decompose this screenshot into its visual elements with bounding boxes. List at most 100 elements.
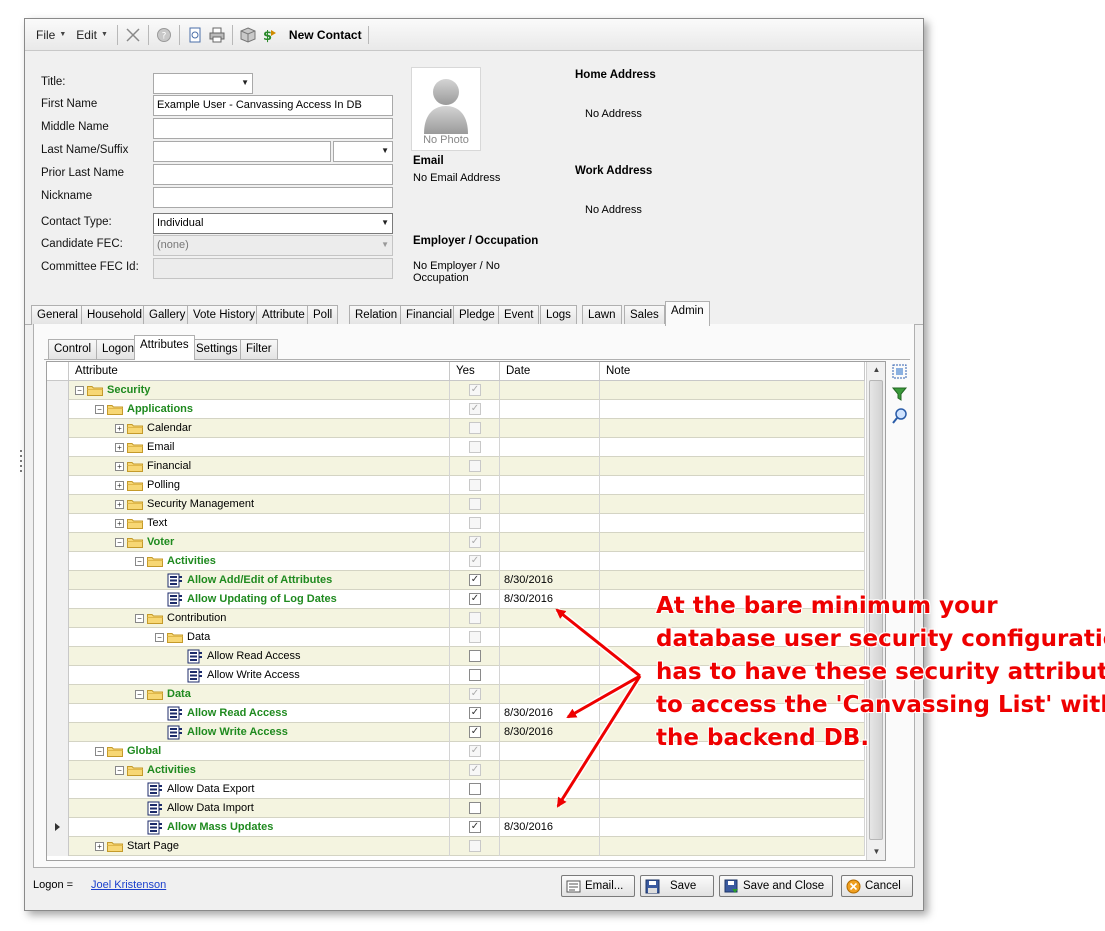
- save-button[interactable]: Save: [640, 875, 714, 897]
- tab-pledge[interactable]: Pledge: [453, 305, 501, 325]
- collapse-icon[interactable]: −: [75, 386, 84, 395]
- date-cell[interactable]: [500, 628, 600, 647]
- attribute-cell[interactable]: + Financial: [69, 457, 450, 476]
- tab-admin[interactable]: Admin: [665, 301, 710, 326]
- yes-checkbox[interactable]: [469, 631, 481, 643]
- expand-icon[interactable]: +: [115, 500, 124, 509]
- row-selector[interactable]: [47, 438, 69, 457]
- yes-checkbox[interactable]: [469, 498, 481, 510]
- attribute-cell[interactable]: + Email: [69, 438, 450, 457]
- yes-checkbox[interactable]: ✓: [469, 726, 481, 738]
- first-name-field[interactable]: Example User - Canvassing Access In DB: [153, 95, 393, 116]
- row-selector[interactable]: [47, 552, 69, 571]
- tab-poll[interactable]: Poll: [307, 305, 339, 325]
- expand-icon[interactable]: +: [115, 519, 124, 528]
- table-row[interactable]: Allow Data Import: [47, 799, 865, 818]
- yes-checkbox[interactable]: [469, 460, 481, 472]
- yes-checkbox[interactable]: [469, 783, 481, 795]
- row-selector[interactable]: [47, 723, 69, 742]
- note-cell[interactable]: [600, 533, 865, 552]
- attribute-cell[interactable]: Allow Write Access: [69, 666, 450, 685]
- table-row[interactable]: − Activities ✓: [47, 761, 865, 780]
- date-cell[interactable]: [500, 799, 600, 818]
- collapse-icon[interactable]: −: [95, 747, 104, 756]
- attribute-cell[interactable]: + Polling: [69, 476, 450, 495]
- date-cell[interactable]: [500, 647, 600, 666]
- note-cell[interactable]: [600, 571, 865, 590]
- note-cell[interactable]: [600, 837, 865, 856]
- collapse-icon[interactable]: −: [135, 614, 144, 623]
- tab-general[interactable]: General: [31, 305, 84, 325]
- table-row[interactable]: − Security ✓: [47, 381, 865, 400]
- column-header-attribute[interactable]: Attribute: [69, 362, 450, 381]
- suffix-select[interactable]: ▼: [333, 141, 393, 162]
- attribute-cell[interactable]: Allow Mass Updates: [69, 818, 450, 837]
- subtab-filter[interactable]: Filter: [240, 339, 278, 359]
- date-cell[interactable]: [500, 761, 600, 780]
- attribute-cell[interactable]: + Start Page: [69, 837, 450, 856]
- date-cell[interactable]: [500, 780, 600, 799]
- attribute-cell[interactable]: − Activities: [69, 552, 450, 571]
- collapse-icon[interactable]: −: [135, 690, 144, 699]
- yes-checkbox[interactable]: ✓: [469, 574, 481, 586]
- attribute-cell[interactable]: − Voter: [69, 533, 450, 552]
- note-cell[interactable]: [600, 438, 865, 457]
- date-cell[interactable]: [500, 495, 600, 514]
- date-cell[interactable]: 8/30/2016: [500, 704, 600, 723]
- title-select[interactable]: ▼: [153, 73, 253, 94]
- tab-household[interactable]: Household: [81, 305, 148, 325]
- logon-user-link[interactable]: Joel Kristenson: [91, 879, 166, 891]
- yes-checkbox[interactable]: [469, 650, 481, 662]
- column-header-yes[interactable]: Yes: [450, 362, 500, 381]
- yes-checkbox[interactable]: [469, 517, 481, 529]
- contact-type-select[interactable]: Individual ▼: [153, 213, 393, 234]
- date-cell[interactable]: [500, 742, 600, 761]
- print-preview-icon[interactable]: [184, 24, 206, 46]
- table-row[interactable]: Allow Data Export: [47, 780, 865, 799]
- tab-logs[interactable]: Logs: [540, 305, 577, 325]
- cancel-button[interactable]: Cancel: [841, 875, 913, 897]
- attribute-cell[interactable]: Allow Read Access: [69, 704, 450, 723]
- row-selector[interactable]: [47, 799, 69, 818]
- attribute-cell[interactable]: Allow Read Access: [69, 647, 450, 666]
- tab-event[interactable]: Event: [498, 305, 540, 325]
- file-menu[interactable]: File ▼: [31, 26, 71, 44]
- table-row[interactable]: Allow Mass Updates ✓ 8/30/2016: [47, 818, 865, 837]
- row-selector[interactable]: [47, 685, 69, 704]
- yes-checkbox[interactable]: [469, 802, 481, 814]
- subtab-control[interactable]: Control: [48, 339, 98, 359]
- date-cell[interactable]: [500, 685, 600, 704]
- attribute-cell[interactable]: + Security Management: [69, 495, 450, 514]
- row-selector[interactable]: [47, 514, 69, 533]
- middle-name-field[interactable]: [153, 118, 393, 139]
- note-cell[interactable]: [600, 381, 865, 400]
- date-cell[interactable]: [500, 438, 600, 457]
- date-cell[interactable]: [500, 609, 600, 628]
- attribute-cell[interactable]: Allow Data Export: [69, 780, 450, 799]
- tab-relation[interactable]: Relation: [349, 305, 404, 325]
- attribute-cell[interactable]: Allow Write Access: [69, 723, 450, 742]
- print-icon[interactable]: [206, 24, 228, 46]
- help-icon[interactable]: ?: [153, 24, 175, 46]
- note-cell[interactable]: [600, 419, 865, 438]
- row-selector[interactable]: [47, 381, 69, 400]
- attribute-cell[interactable]: − Activities: [69, 761, 450, 780]
- table-row[interactable]: − Activities ✓: [47, 552, 865, 571]
- yes-checkbox[interactable]: [469, 479, 481, 491]
- tab-lawn[interactable]: Lawn: [582, 305, 622, 325]
- yes-checkbox[interactable]: ✓: [469, 403, 481, 415]
- last-name-field[interactable]: [153, 141, 331, 162]
- edit-menu[interactable]: Edit ▼: [71, 26, 113, 44]
- expand-icon[interactable]: +: [115, 481, 124, 490]
- note-cell[interactable]: [600, 552, 865, 571]
- attribute-cell[interactable]: − Contribution: [69, 609, 450, 628]
- note-cell[interactable]: [600, 818, 865, 837]
- subtab-settings[interactable]: Settings: [190, 339, 244, 359]
- row-selector[interactable]: [47, 780, 69, 799]
- select-all-icon[interactable]: [891, 363, 909, 381]
- row-selector[interactable]: [47, 533, 69, 552]
- note-cell[interactable]: [600, 476, 865, 495]
- row-selector[interactable]: [47, 495, 69, 514]
- attribute-cell[interactable]: + Calendar: [69, 419, 450, 438]
- yes-checkbox[interactable]: [469, 422, 481, 434]
